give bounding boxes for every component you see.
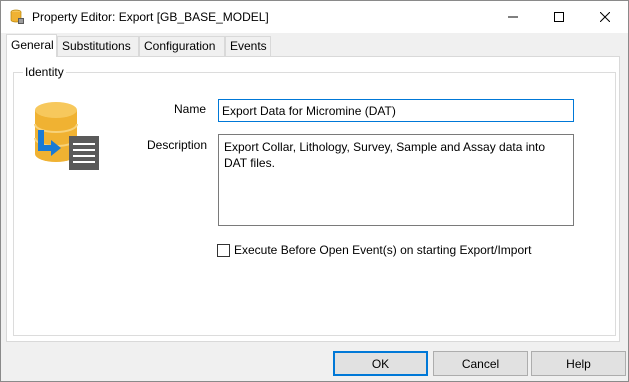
- database-icon: [9, 9, 25, 25]
- close-button[interactable]: [582, 1, 628, 33]
- minimize-button[interactable]: [490, 1, 536, 33]
- window-title: Property Editor: Export [GB_BASE_MODEL]: [32, 10, 269, 24]
- database-export-icon: [31, 100, 103, 172]
- description-field[interactable]: Export Collar, Lithology, Survey, Sample…: [218, 134, 574, 226]
- maximize-button[interactable]: [536, 1, 582, 33]
- property-editor-window: Property Editor: Export [GB_BASE_MODEL] …: [0, 0, 629, 382]
- title-bar[interactable]: Property Editor: Export [GB_BASE_MODEL]: [1, 1, 628, 33]
- minimize-icon: [508, 16, 518, 18]
- general-tab-page: Identity Name Export Data for Micromine …: [6, 56, 620, 342]
- execute-before-open-checkbox[interactable]: [217, 244, 230, 257]
- identity-legend: Identity: [23, 65, 66, 79]
- execute-before-open-label[interactable]: Execute Before Open Event(s) on starting…: [234, 243, 531, 257]
- help-button[interactable]: Help: [531, 351, 626, 376]
- name-field[interactable]: [218, 99, 574, 122]
- maximize-icon: [554, 12, 564, 22]
- name-label: Name: [174, 102, 207, 116]
- identity-groupbox: Identity Name Export Data for Micromine …: [13, 65, 616, 336]
- close-icon: [600, 12, 610, 22]
- tab-strip: General Substitutions Configuration Even…: [4, 34, 624, 57]
- ok-button[interactable]: OK: [333, 351, 428, 376]
- tab-events[interactable]: Events: [225, 36, 271, 56]
- tab-general[interactable]: General: [6, 34, 57, 57]
- description-label: Description: [147, 138, 208, 152]
- cancel-button[interactable]: Cancel: [433, 351, 528, 376]
- tab-configuration[interactable]: Configuration: [139, 36, 225, 56]
- tab-substitutions[interactable]: Substitutions: [57, 36, 139, 56]
